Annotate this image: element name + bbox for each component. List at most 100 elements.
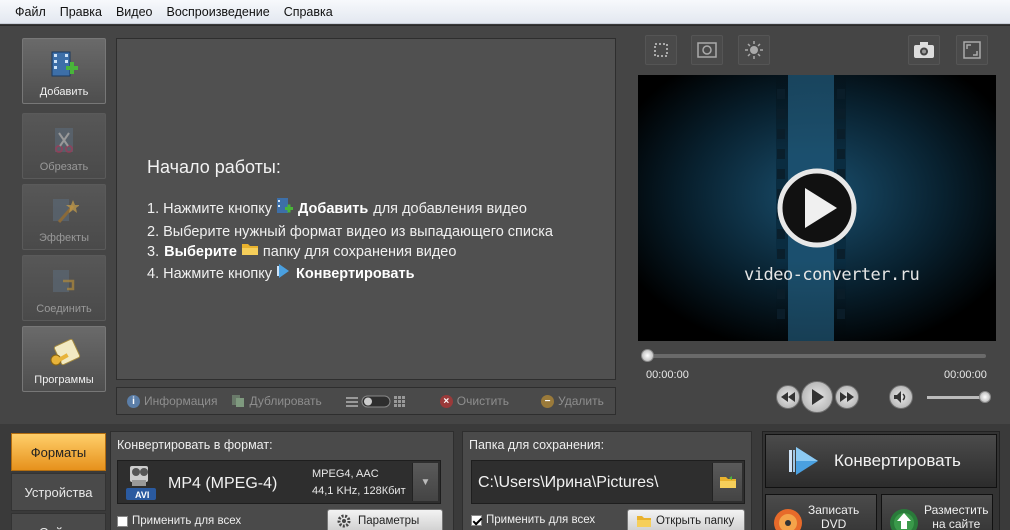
convert-arrow-icon	[276, 263, 292, 286]
menu-file[interactable]: Файл	[8, 0, 53, 24]
join-film-icon	[53, 270, 75, 292]
preview-watermark: video-converter.ru	[744, 265, 920, 285]
menu-playback[interactable]: Воспроизведение	[160, 0, 277, 24]
convert-arrow-icon	[789, 447, 818, 475]
seek-bar[interactable]	[646, 354, 986, 358]
join-button[interactable]: Соединить	[22, 255, 106, 321]
save-path: C:\Users\Ирина\Pictures\	[478, 474, 659, 491]
brightness-button[interactable]	[738, 35, 770, 65]
add-label: Добавить	[39, 86, 89, 98]
convert-label: Конвертировать	[834, 451, 961, 470]
format-badge: AVI	[135, 490, 150, 500]
checkbox-box-checked[interactable]	[471, 514, 482, 526]
view-toggle-icon	[345, 395, 405, 408]
format-panel: Конвертировать в формат: AVI MP4 (MPEG-4…	[110, 431, 454, 530]
save-apply-all-checkbox[interactable]: Применить для всех	[471, 514, 595, 526]
delete-label: Удалить	[558, 394, 604, 408]
fast-forward-icon	[840, 392, 854, 402]
next-frame-button[interactable]	[835, 385, 859, 409]
step-1: 1. Нажмите кнопку Добавить для добавлени…	[147, 197, 553, 222]
convert-button[interactable]: Конвертировать	[765, 434, 997, 488]
save-title: Папка для сохранения:	[469, 438, 605, 452]
format-select[interactable]: AVI MP4 (MPEG-4) MPEG4, AAC 44,1 KHz, 12…	[117, 460, 441, 504]
format-apply-all-checkbox[interactable]: Применить для всех	[117, 515, 241, 527]
tab-sites[interactable]: Сайты	[11, 513, 106, 530]
folder-icon	[241, 242, 259, 263]
dropdown-arrow-icon: ▼	[420, 476, 431, 488]
fullscreen-button[interactable]	[956, 35, 988, 65]
crop-icon	[654, 43, 668, 57]
format-codec: MPEG4, AAC	[312, 468, 379, 480]
cut-button[interactable]: Обрезать	[22, 113, 106, 179]
mute-button[interactable]	[889, 385, 913, 409]
crop-button[interactable]	[645, 35, 677, 65]
programs-label: Программы	[34, 374, 94, 386]
step-3: 3. Выберите папку для сохранения видео	[147, 242, 553, 263]
volume-slider[interactable]	[927, 396, 987, 399]
play-button[interactable]	[801, 381, 833, 413]
effects-label: Эффекты	[38, 232, 89, 244]
step-1-suffix: для добавления видео	[373, 201, 527, 217]
join-label: Соединить	[36, 303, 92, 315]
format-dropdown-button[interactable]: ▼	[412, 463, 438, 501]
tab-formats[interactable]: Форматы	[11, 433, 106, 471]
info-icon: i	[127, 394, 140, 408]
format-name: MP4 (MPEG-4)	[168, 475, 278, 492]
time-current: 00:00:00	[646, 369, 689, 381]
add-button[interactable]: Добавить	[22, 38, 106, 104]
effects-button[interactable]: Эффекты	[22, 184, 106, 250]
tab-devices[interactable]: Устройства	[11, 473, 106, 511]
clear-label: Очистить	[456, 394, 510, 408]
camera-icon	[914, 42, 934, 58]
rewind-icon	[781, 392, 795, 402]
upload-globe-icon	[890, 509, 918, 530]
publish-web-button[interactable]: Разместить на сайте	[881, 494, 993, 530]
open-folder-icon	[637, 516, 651, 527]
open-folder-button[interactable]: Открыть папку	[627, 509, 745, 530]
duplicate-button[interactable]: Дублировать	[231, 394, 322, 408]
step-2: 2. Выберите нужный формат видео из выпад…	[147, 222, 553, 243]
add-video-icon	[276, 197, 294, 222]
copyright-icon	[697, 42, 717, 58]
browse-folder-button[interactable]	[712, 463, 742, 501]
snapshot-button[interactable]	[908, 35, 940, 65]
speaker-icon	[894, 391, 906, 403]
seek-handle[interactable]	[641, 349, 654, 362]
menu-video[interactable]: Видео	[109, 0, 160, 24]
open-folder-label: Открыть папку	[656, 515, 735, 527]
file-list-panel[interactable]: Начало работы: 1. Нажмите кнопку Добавит…	[116, 38, 616, 380]
fullscreen-icon	[963, 41, 981, 59]
format-params: 44,1 KHz, 128Кбит	[312, 485, 406, 497]
video-preview[interactable]: video-converter.ru	[638, 75, 996, 341]
volume-handle[interactable]	[979, 391, 991, 403]
burn-dvd-button[interactable]: Записать DVD	[765, 494, 877, 530]
info-button[interactable]: i Информация	[127, 394, 217, 408]
clear-button[interactable]: × Очистить	[439, 394, 510, 408]
folder-icon	[719, 476, 736, 488]
add-video-icon	[51, 51, 78, 77]
save-apply-all-label: Применить для всех	[486, 514, 596, 526]
step-1-bold: Добавить	[298, 201, 369, 217]
step-3-bold: Выберите	[164, 244, 237, 260]
preview-toolbar	[638, 35, 998, 67]
settings-label: Параметры	[358, 515, 420, 527]
delete-button[interactable]: − Удалить	[541, 394, 604, 408]
view-toggle[interactable]	[345, 394, 410, 408]
prev-frame-button[interactable]	[776, 385, 800, 409]
list-actions-bar: i Информация Дублировать × Очистить − Уд…	[116, 387, 616, 415]
step-1-text: 1. Нажмите кнопку	[147, 201, 273, 217]
watermark-button[interactable]	[691, 35, 723, 65]
menu-edit[interactable]: Правка	[53, 0, 109, 24]
checkbox-box[interactable]	[117, 515, 128, 527]
settings-button[interactable]: Параметры	[327, 509, 443, 530]
programs-button[interactable]: Программы	[22, 326, 106, 392]
menu-help[interactable]: Справка	[277, 0, 340, 24]
format-info: MPEG4, AAC 44,1 KHz, 128Кбит	[312, 466, 406, 500]
step-4: 4. Нажмите кнопку Конвертировать	[147, 263, 553, 286]
burn-dvd-label: Записать DVD	[808, 503, 859, 530]
delete-icon: −	[541, 394, 555, 408]
brightness-icon	[745, 41, 763, 59]
preview-placeholder-graphic	[638, 75, 996, 341]
save-path-field[interactable]: C:\Users\Ирина\Pictures\	[471, 460, 745, 504]
scissors-icon	[55, 128, 73, 153]
